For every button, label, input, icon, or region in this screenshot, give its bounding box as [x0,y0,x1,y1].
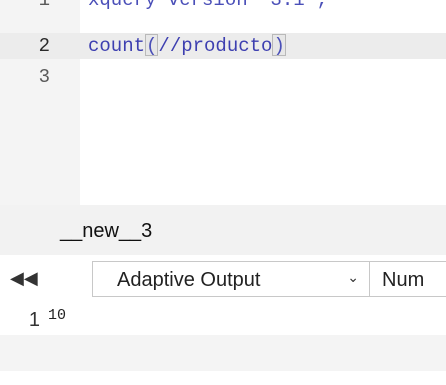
line-number: 1 [38,0,50,11]
xpath-argument: //producto [158,35,273,57]
chevron-down-icon: ⌄ [347,270,359,286]
line-number: 2 [38,35,50,57]
code-line-3[interactable]: 3 [0,64,446,90]
output-mode-select[interactable]: Adaptive Output ⌄ [92,261,370,297]
query-editor[interactable]: 1 xquery version "3.1"; 2 count(//produc… [0,0,446,205]
result-output: 1 10 [0,303,446,385]
matched-close-paren: ) [272,34,286,57]
result-tab[interactable]: __new__3 [60,220,152,243]
matched-open-paren: ( [145,34,159,57]
result-tab-bar: __new__3 [0,205,446,255]
code-line-2[interactable]: 2 count(//producto) [0,33,446,59]
output-line: 1 10 [0,307,446,333]
output-line-number: 1 [28,309,40,331]
num-button[interactable]: Num [369,261,446,297]
output-value: 10 [48,307,67,324]
function-name: count [88,35,146,57]
output-mode-value: Adaptive Output [117,269,261,291]
num-button-label: Num [382,269,425,291]
line-number: 3 [38,66,50,88]
editor-gutter [0,0,80,205]
result-toolbar: ◀◀ Adaptive Output ⌄ Num [0,255,446,303]
code-text: count(//producto) [88,33,286,59]
code-line-1[interactable]: 1 xquery version "3.1"; [0,0,446,13]
code-text: xquery version "3.1"; [88,0,328,11]
double-chevron-left-icon[interactable]: ◀◀ [10,269,38,289]
output-empty-row [0,335,446,371]
